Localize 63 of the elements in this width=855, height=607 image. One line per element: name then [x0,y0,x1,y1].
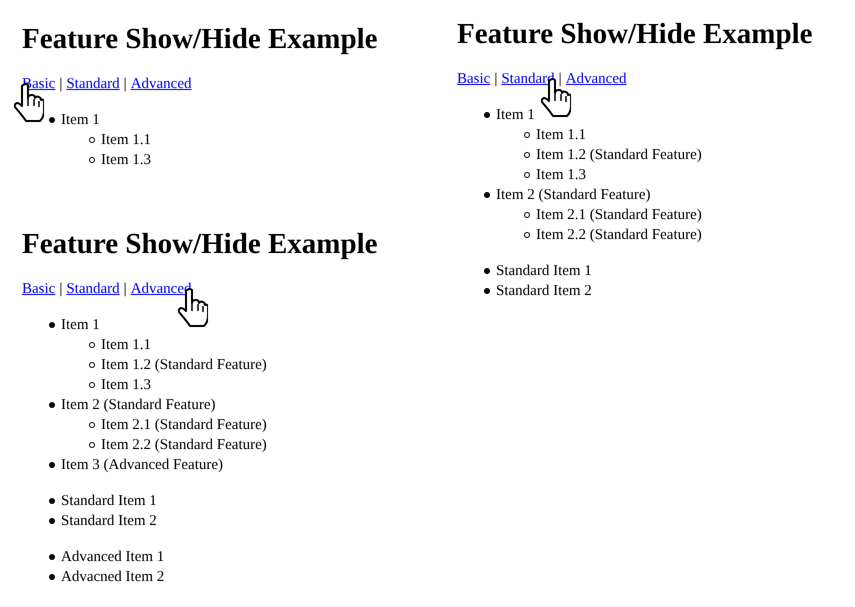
bullet-icon [484,288,490,294]
list-item: Standard Item 1 [61,492,157,511]
list-item: Item 1.2 (Standard Feature) [536,146,702,165]
bullet-icon [484,268,490,274]
list-item: Item 2 (Standard Feature) [496,186,651,205]
list-item: Item 2.2 (Standard Feature) [536,226,702,245]
nav-link[interactable]: Advanced [130,76,192,92]
page-heading: Feature Show/Hide Example [22,22,379,56]
bullet-icon [49,117,55,123]
bullet-icon [484,112,490,118]
list-item: Standard Item 2 [496,282,592,301]
list-item: Advacned Item 2 [61,568,164,587]
nav-link[interactable]: Standard [66,76,120,92]
bullet-icon [49,322,55,328]
list-item: Item 1.1 [536,126,586,145]
list-item: Item 2 (Standard Feature) [61,396,216,415]
bullet-icon [49,518,55,524]
bullet-icon [49,574,55,580]
list-item: Item 1.3 [101,376,151,395]
nav-link[interactable]: Advanced [566,71,626,87]
bullet-icon [524,152,530,158]
bullet-icon [89,382,95,388]
page-heading: Feature Show/Hide Example [22,227,379,261]
bullet-icon [524,232,530,238]
list-item: Item 1 [61,111,100,130]
bullet-icon [89,362,95,368]
bullet-icon [49,462,55,468]
separator: | [59,281,62,297]
list-item: Item 1.2 (Standard Feature) [101,356,267,375]
list-item: Item 1.3 [536,166,586,185]
bullet-icon [89,422,95,428]
list-item: Item 2.1 (Standard Feature) [101,416,267,435]
separator: | [59,76,62,92]
bullet-icon [89,137,95,143]
list-item: Item 3 (Advanced Feature) [61,456,224,475]
bullet-icon [89,342,95,348]
bullet-icon [89,442,95,448]
separator: | [558,71,562,87]
separator: | [494,71,498,87]
bullet-icon [89,157,95,163]
nav-link[interactable]: Basic [22,281,56,297]
nav-link[interactable]: Basic [457,71,490,87]
separator: | [124,281,127,297]
list-item: Standard Item 1 [496,262,592,281]
list-item: Item 2.1 (Standard Feature) [536,206,702,225]
page-heading: Feature Show/Hide Example [457,17,814,51]
bullet-icon [49,402,55,408]
list-item: Item 1.3 [101,151,151,170]
bullet-icon [49,498,55,504]
bullet-icon [524,132,530,138]
list-item: Item 2.2 (Standard Feature) [101,436,267,455]
nav-link[interactable]: Standard [66,281,120,297]
bullet-icon [484,192,490,198]
list-item: Item 1.1 [101,336,151,355]
list-item: Item 1 [496,106,535,125]
bullet-icon [49,554,55,560]
list-item: Item 1 [61,316,100,335]
list-item: Advanced Item 1 [61,548,164,567]
bullet-icon [524,212,530,218]
separator: | [124,76,127,92]
bullet-icon [524,172,530,178]
list-item: Item 1.1 [101,131,151,150]
list-item: Standard Item 2 [61,512,157,531]
